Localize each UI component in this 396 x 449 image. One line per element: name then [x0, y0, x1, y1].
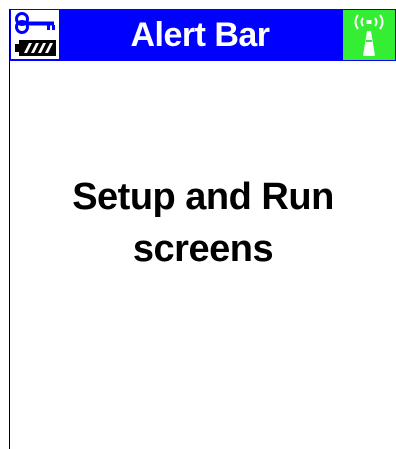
alert-bar: Alert Bar — [10, 9, 396, 61]
signal-indicator — [343, 10, 395, 60]
battery-icon — [15, 40, 56, 56]
placeholder-line-1: Setup and Run — [72, 176, 334, 218]
status-icons-panel — [11, 10, 59, 59]
placeholder-line-2: screens — [132, 228, 274, 270]
alert-bar-title: Alert Bar — [130, 16, 270, 54]
wireless-signal-icon — [354, 14, 384, 56]
key-icon — [15, 12, 55, 34]
screen-placeholder-text: Setup and Run screens — [10, 171, 396, 275]
device-screen: Alert Bar Setup and Run screens — [9, 9, 396, 449]
